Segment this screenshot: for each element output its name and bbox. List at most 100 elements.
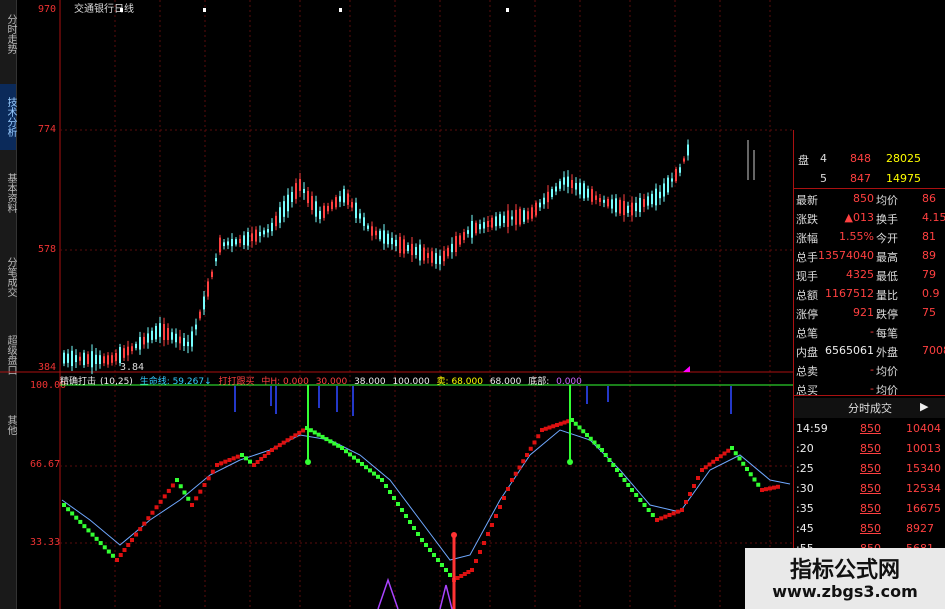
step-segment: [273, 445, 278, 450]
indicator-bar: [730, 386, 732, 414]
step-segment: [206, 476, 211, 481]
step-segment: [320, 434, 325, 439]
step-segment: [70, 511, 75, 516]
step-segment: [596, 444, 601, 449]
step-segment: [663, 514, 668, 519]
step-segment: [364, 465, 368, 470]
step-segment: [142, 521, 147, 526]
step-segment: [202, 483, 207, 487]
step-segment: [680, 508, 684, 512]
tick-price: 850: [860, 502, 881, 515]
indicator-header: 精确打击 (10,25) 生命线: 59.267↓ 打打跟买 中H: 0.000 …: [60, 374, 793, 387]
quote-value: -: [870, 363, 874, 376]
indicator-item: 100.000: [392, 377, 430, 387]
quote-value: 89: [922, 249, 936, 262]
tick-volume: 10013: [906, 442, 941, 455]
quote-row: 涨停 921 跌停 75: [794, 304, 945, 324]
event-marker: [120, 8, 123, 12]
step-segment: [255, 460, 260, 464]
indicator-bar: [234, 386, 236, 412]
watermark-logo: 指标公式网 www.zbgs3.com: [745, 548, 945, 609]
step-segment: [324, 437, 329, 442]
grid-vertical: [114, 0, 771, 609]
tick-time: :20: [796, 442, 814, 455]
tick-row: :30 850 12534: [794, 480, 945, 500]
quote-label: 每笔: [876, 327, 898, 340]
step-segment: [502, 496, 506, 500]
step-segment: [360, 462, 364, 466]
step-segment: [528, 446, 533, 451]
step-segment: [588, 436, 593, 441]
quote-value: 79: [922, 268, 936, 281]
step-segment: [372, 471, 376, 476]
step-segment: [182, 490, 187, 495]
step-segment: [478, 550, 482, 554]
step-segment: [126, 543, 131, 547]
step-segment: [138, 527, 143, 532]
step-segment: [671, 511, 676, 516]
indicator-bar: [352, 386, 354, 416]
indicator-item: 卖: 68.000: [436, 377, 483, 387]
step-segment: [266, 451, 271, 455]
bottom-spike-dot: [451, 532, 457, 538]
step-segment: [462, 572, 467, 576]
step-segment: [252, 463, 256, 467]
indicator-item: 生命线: 59.267↓: [139, 377, 212, 387]
tick-time: 14:59: [796, 422, 828, 435]
buy-spike-dot: [567, 459, 573, 465]
step-segment: [150, 510, 155, 515]
step-segment: [356, 458, 360, 463]
step-segment: [650, 513, 655, 517]
life-line: [61, 429, 791, 561]
quote-label: 最高: [876, 251, 898, 264]
tick-time: :45: [796, 522, 814, 535]
order-book-row: 盘 4 848 28025: [798, 152, 921, 167]
step-segment: [455, 576, 460, 580]
step-segment: [420, 538, 424, 542]
quote-label: 量比: [876, 289, 898, 302]
step-segment: [776, 484, 780, 489]
step-segment: [231, 456, 236, 461]
step-segment: [448, 573, 452, 577]
step-segment: [408, 520, 412, 524]
step-segment: [474, 559, 478, 563]
step-segment: [760, 488, 764, 492]
order-book-row: 5 847 14975: [820, 172, 921, 185]
tick-volume: 16675: [906, 502, 941, 515]
step-segment: [316, 432, 321, 437]
step-segment: [170, 483, 175, 488]
step-segment: [98, 541, 103, 546]
step-segment: [722, 451, 727, 456]
step-segment: [90, 532, 95, 537]
step-segment: [134, 532, 139, 537]
step-segment: [259, 457, 264, 461]
tick-price: 850: [860, 422, 881, 435]
quote-row: 总笔 - 每笔: [794, 323, 945, 343]
ticks-header[interactable]: 分时成交 ▶: [794, 398, 945, 418]
quote-value: 921: [853, 306, 874, 319]
event-marker: [506, 8, 509, 12]
indicator-item: 中H: 0.000: [261, 377, 309, 387]
tick-time: :25: [796, 462, 814, 475]
quote-label: 最新: [796, 194, 818, 207]
step-segment: [94, 536, 99, 541]
step-segment: [404, 514, 408, 518]
quote-row: 涨幅 1.55% 今开 81: [794, 228, 945, 248]
step-segment: [696, 476, 700, 480]
step-segment: [655, 518, 659, 522]
step-segment: [270, 448, 274, 452]
step-segment: [577, 425, 582, 430]
quote-label: 内盘: [796, 346, 818, 359]
tick-volume: 15340: [906, 462, 941, 475]
step-segment: [684, 500, 688, 504]
step-segment: [543, 426, 548, 431]
quote-label: 涨停: [796, 308, 818, 321]
step-segment: [618, 473, 623, 477]
indicator-bar: [586, 386, 588, 404]
step-segment: [166, 488, 171, 493]
step-segment: [440, 563, 444, 567]
tick-row: :35 850 16675: [794, 500, 945, 520]
step-segment: [581, 429, 586, 434]
step-segment: [175, 478, 179, 482]
step-segment: [219, 461, 224, 466]
